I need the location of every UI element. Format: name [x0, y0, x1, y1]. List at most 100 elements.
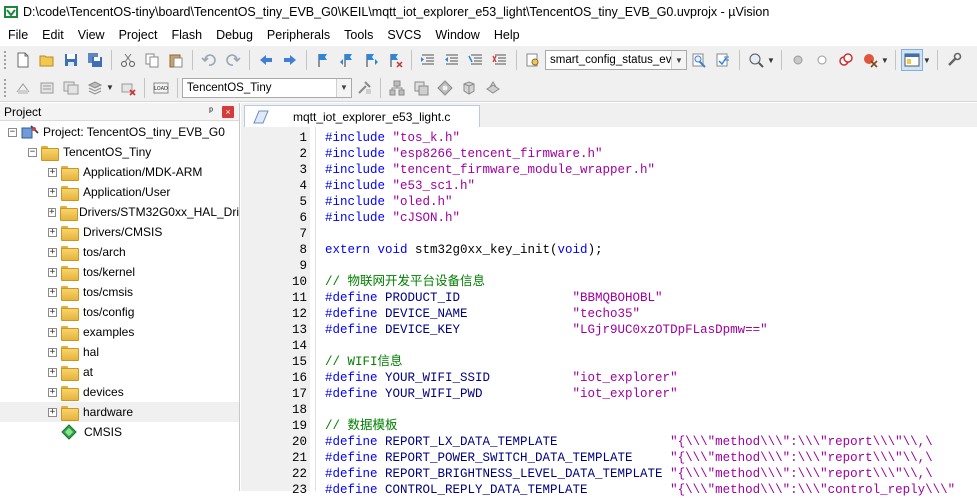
rebuild-button[interactable]: [60, 77, 82, 99]
target-select[interactable]: TencentOS_Tiny ▼: [181, 77, 352, 98]
code-line[interactable]: 6 #include "cJSON.h": [241, 210, 977, 226]
pack-installer-button[interactable]: [482, 77, 504, 99]
expand-icon[interactable]: +: [48, 327, 57, 337]
tree-group[interactable]: + tos/kernel: [0, 262, 239, 282]
pin-icon[interactable]: ᵖ: [204, 106, 218, 117]
tree-group-selected[interactable]: + hardware: [0, 402, 239, 422]
code-line[interactable]: 3 #include "tencent_firmware_module_wrapp…: [241, 162, 977, 178]
tree-group[interactable]: + at: [0, 362, 239, 382]
close-panel-icon[interactable]: ×: [222, 105, 234, 118]
code-line[interactable]: 19 // 数据模板: [241, 418, 977, 434]
prev-bookmark-button[interactable]: [336, 49, 358, 71]
code-line[interactable]: 18: [241, 402, 977, 418]
toolbar-grip[interactable]: [3, 50, 8, 70]
code-line[interactable]: 22 #define REPORT_BRIGHTNESS_LEVEL_DATA_T…: [241, 466, 977, 482]
save-all-button[interactable]: [84, 49, 106, 71]
paste-button[interactable]: [165, 49, 187, 71]
stop-build-button[interactable]: [117, 77, 139, 99]
expand-icon[interactable]: +: [48, 207, 56, 217]
target-options-button[interactable]: [353, 77, 375, 99]
tree-root-project[interactable]: − Project: TencentOS_tiny_EVB_G0: [0, 122, 239, 142]
menu-project[interactable]: Project: [111, 28, 164, 42]
collapse-icon[interactable]: −: [8, 127, 17, 137]
build-button[interactable]: [36, 77, 58, 99]
code-line[interactable]: 2 #include "esp8266_tencent_firmware.h": [241, 146, 977, 162]
tree-group[interactable]: + devices: [0, 382, 239, 402]
tree-group[interactable]: + examples: [0, 322, 239, 342]
collapse-icon[interactable]: −: [28, 147, 37, 157]
insert-bookmark-button[interactable]: [312, 49, 334, 71]
toolbar-grip[interactable]: [3, 77, 8, 98]
code-line[interactable]: 4 #include "e53_sc1.h": [241, 178, 977, 194]
tree-group[interactable]: + tos/cmsis: [0, 282, 239, 302]
cut-button[interactable]: [117, 49, 139, 71]
expand-icon[interactable]: +: [48, 367, 57, 377]
expand-icon[interactable]: +: [48, 387, 57, 397]
comment-button[interactable]: [465, 49, 487, 71]
save-button[interactable]: [60, 49, 82, 71]
chevron-down-icon[interactable]: ▼: [335, 78, 351, 97]
copy-button[interactable]: [141, 49, 163, 71]
open-file-button[interactable]: [36, 49, 58, 71]
code-line[interactable]: 13 #define DEVICE_KEY "LGjr9UC0xzOTDpFLas…: [241, 322, 977, 338]
chevron-down-icon[interactable]: ▼: [106, 83, 114, 92]
navigate-back-button[interactable]: [255, 49, 277, 71]
enable-breakpoint-button[interactable]: [811, 49, 833, 71]
batch-build-button[interactable]: [84, 77, 106, 99]
translate-button[interactable]: [12, 77, 34, 99]
menu-peripherals[interactable]: Peripherals: [259, 28, 336, 42]
clear-bookmarks-button[interactable]: [384, 49, 406, 71]
chevron-down-icon[interactable]: ▼: [767, 56, 775, 65]
menu-view[interactable]: View: [70, 28, 111, 42]
expand-icon[interactable]: +: [48, 227, 57, 237]
window-layout-button[interactable]: [900, 49, 923, 71]
insert-breakpoint-button[interactable]: [787, 49, 809, 71]
uncomment-button[interactable]: [489, 49, 511, 71]
editor-tab-active[interactable]: mqtt_iot_explorer_e53_light.c: [244, 105, 480, 127]
tree-group[interactable]: + Drivers/CMSIS: [0, 222, 239, 242]
expand-icon[interactable]: +: [48, 407, 57, 417]
incremental-find-button[interactable]: [712, 49, 734, 71]
redo-button[interactable]: [222, 49, 244, 71]
expand-icon[interactable]: +: [48, 267, 57, 277]
tree-group[interactable]: + tos/arch: [0, 242, 239, 262]
code-line[interactable]: 1 #include "tos_k.h": [241, 130, 977, 146]
debug-session-button[interactable]: [745, 49, 767, 71]
menu-debug[interactable]: Debug: [208, 28, 259, 42]
unindent-button[interactable]: [441, 49, 463, 71]
tree-target[interactable]: − TencentOS_Tiny: [0, 142, 239, 162]
code-line[interactable]: 9: [241, 258, 977, 274]
menu-help[interactable]: Help: [486, 28, 526, 42]
code-line[interactable]: 14: [241, 338, 977, 354]
tree-group[interactable]: + Drivers/STM32G0xx_HAL_Dri: [0, 202, 239, 222]
code-line[interactable]: 15 // WIFI信息: [241, 354, 977, 370]
menu-flash[interactable]: Flash: [163, 28, 208, 42]
tree-group[interactable]: + Application/MDK-ARM: [0, 162, 239, 182]
download-button[interactable]: LOAD: [150, 77, 172, 99]
code-line[interactable]: 11 #define PRODUCT_ID "BBMQBOHOBL": [241, 290, 977, 306]
disable-all-breakpoints-button[interactable]: [835, 49, 857, 71]
code-line[interactable]: 5 #include "oled.h": [241, 194, 977, 210]
code-line[interactable]: 10 // 物联网开发平台设备信息: [241, 274, 977, 290]
code-line[interactable]: 16 #define YOUR_WIFI_SSID "iot_explorer": [241, 370, 977, 386]
expand-icon[interactable]: +: [48, 287, 57, 297]
find-combo[interactable]: smart_config_status_ever ▼: [545, 50, 687, 70]
kill-all-breakpoints-button[interactable]: [859, 49, 881, 71]
tree-component[interactable]: CMSIS: [0, 422, 239, 442]
new-file-button[interactable]: [12, 49, 34, 71]
code-area[interactable]: 1 #include "tos_k.h" 2 #include "esp8266_te…: [241, 127, 977, 497]
code-line[interactable]: 23 #define CONTROL_REPLY_DATA_TEMPLATE "{…: [241, 482, 977, 498]
indent-button[interactable]: [417, 49, 439, 71]
menu-svcs[interactable]: SVCS: [379, 28, 427, 42]
next-bookmark-button[interactable]: [360, 49, 382, 71]
select-software-packs-button[interactable]: [458, 77, 480, 99]
tree-group[interactable]: + hal: [0, 342, 239, 362]
code-line[interactable]: 7: [241, 226, 977, 242]
manage-project-items-button[interactable]: [386, 77, 408, 99]
undo-button[interactable]: [198, 49, 220, 71]
expand-icon[interactable]: +: [48, 347, 57, 357]
expand-icon[interactable]: +: [48, 247, 57, 257]
code-line[interactable]: 17 #define YOUR_WIFI_PWD "iot_explorer": [241, 386, 977, 402]
chevron-down-icon[interactable]: ▼: [671, 51, 686, 69]
manage-run-time-env-button[interactable]: [434, 77, 456, 99]
